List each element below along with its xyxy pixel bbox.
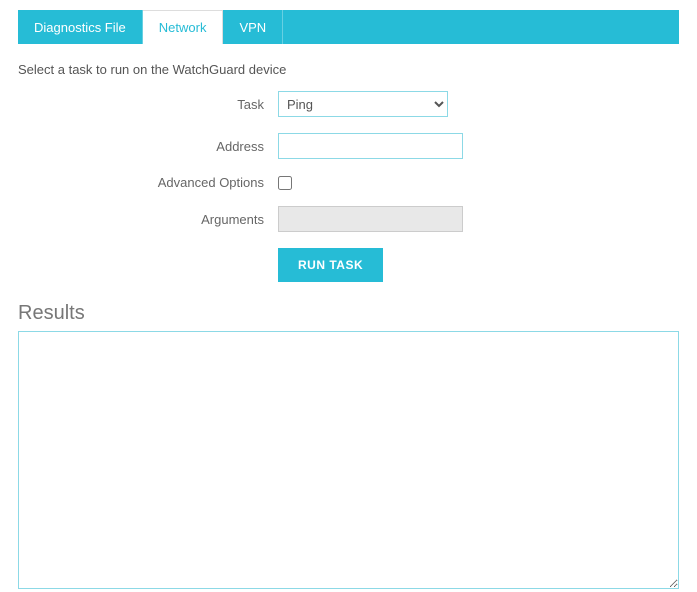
- address-input[interactable]: [278, 133, 463, 159]
- row-address: Address: [18, 133, 679, 159]
- tab-bar: Diagnostics File Network VPN: [18, 10, 679, 44]
- task-select[interactable]: Ping: [278, 91, 448, 117]
- results-heading: Results: [18, 302, 679, 325]
- instruction-text: Select a task to run on the WatchGuard d…: [18, 62, 679, 77]
- run-task-button[interactable]: RUN TASK: [278, 248, 383, 282]
- button-row: RUN TASK: [278, 248, 679, 282]
- tab-network[interactable]: Network: [143, 10, 224, 44]
- tab-vpn[interactable]: VPN: [223, 10, 283, 44]
- results-textarea[interactable]: [18, 331, 679, 589]
- arguments-label: Arguments: [18, 212, 278, 227]
- row-task: Task Ping: [18, 91, 679, 117]
- advanced-options-checkbox[interactable]: [278, 176, 292, 190]
- tab-diagnostics-file[interactable]: Diagnostics File: [18, 10, 143, 44]
- address-label: Address: [18, 139, 278, 154]
- arguments-input: [278, 206, 463, 232]
- advanced-options-label: Advanced Options: [18, 175, 278, 190]
- row-arguments: Arguments: [18, 206, 679, 232]
- task-label: Task: [18, 97, 278, 112]
- row-advanced-options: Advanced Options: [18, 175, 679, 190]
